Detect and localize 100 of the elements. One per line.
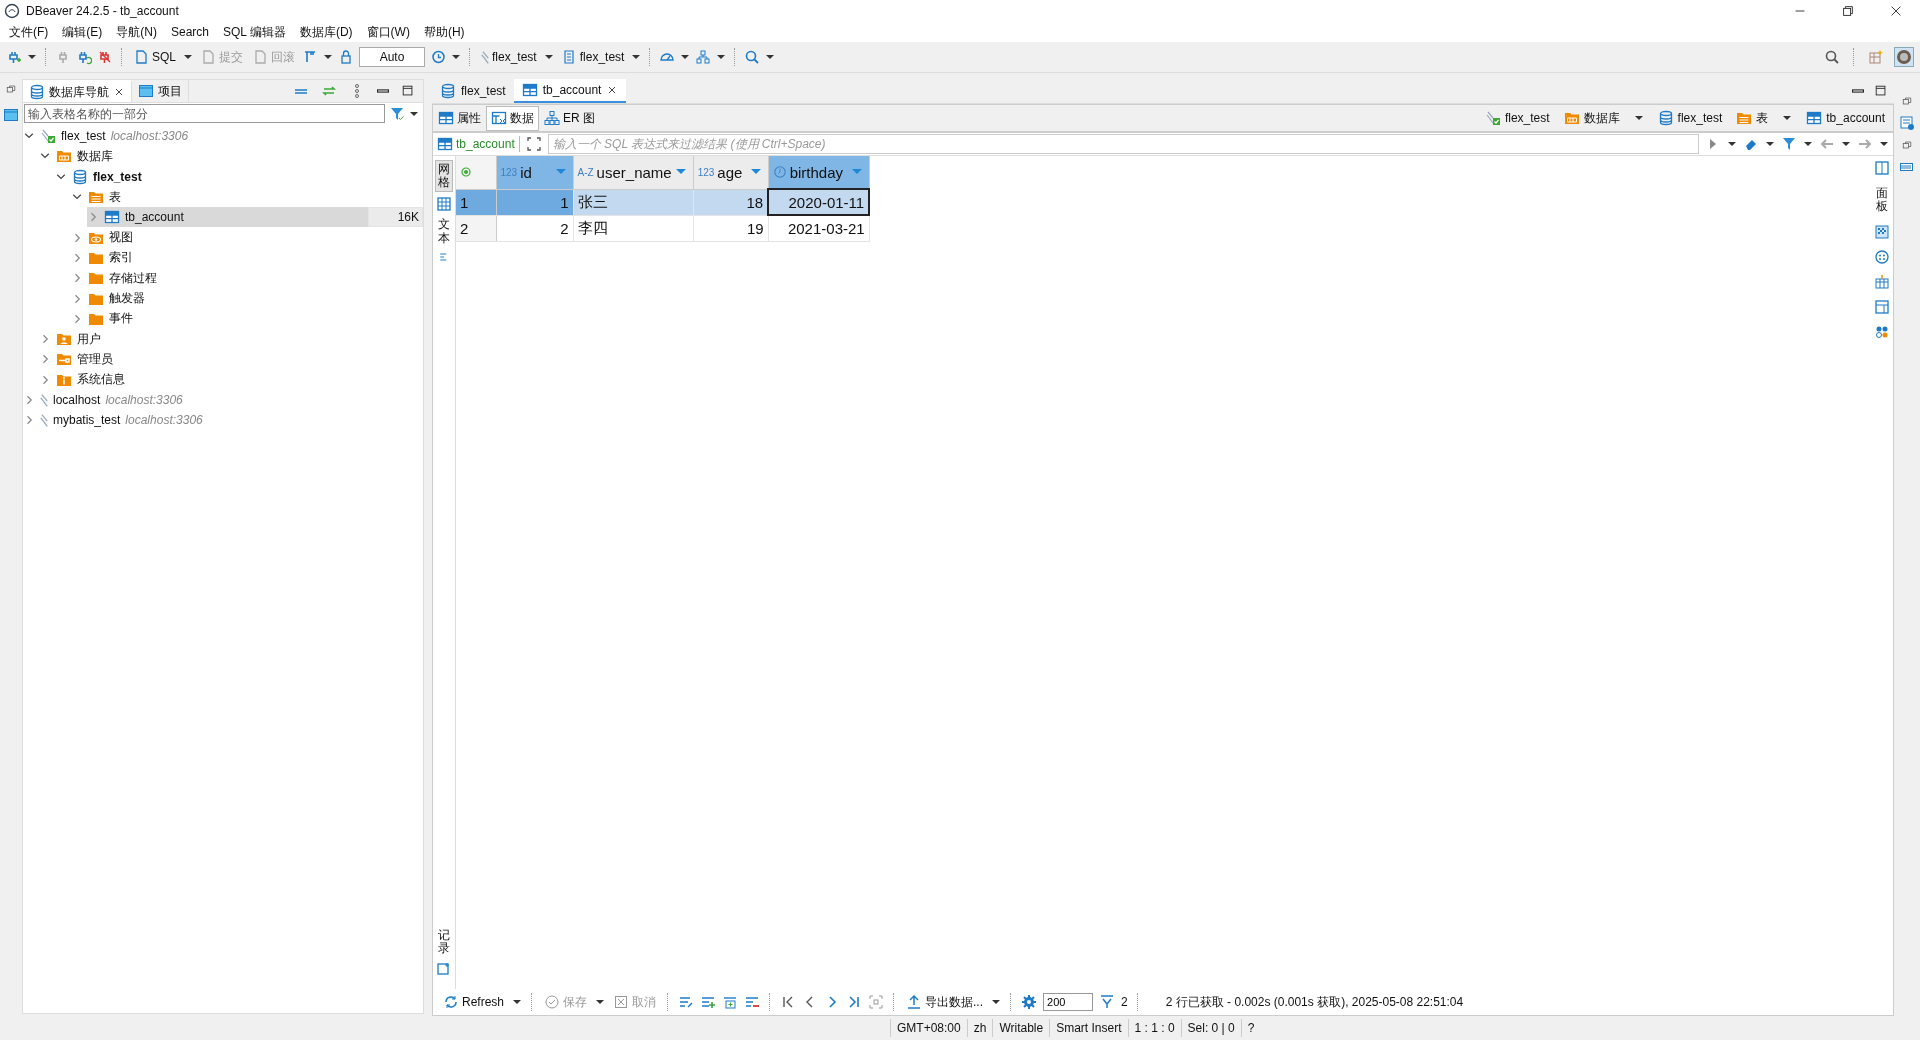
tree-item[interactable]: 事件	[71, 308, 423, 329]
database-folder-icon	[1563, 110, 1580, 126]
menu-item[interactable]: Search	[164, 25, 217, 39]
status-message: 2 行已获取 - 0.002s (0.001s 获取), 2025-05-08 22:51:04	[1165, 993, 1464, 1011]
tree-label: 管理员	[77, 350, 113, 368]
close-icon	[113, 86, 125, 98]
sql-editor-button[interactable]: SQL	[131, 48, 178, 66]
menu-item[interactable]: 数据库(D)	[292, 23, 360, 41]
restore-icon	[1901, 95, 1913, 107]
folder-icon	[88, 270, 104, 287]
tree-item[interactable]: 索引	[71, 247, 423, 269]
status-field: Smart Insert	[1049, 1019, 1128, 1037]
table-name-label: tb_account	[437, 136, 520, 152]
tree-label: localhost	[53, 393, 101, 407]
caret-icon	[1633, 113, 1644, 123]
breadcrumb-item[interactable]: 数据库	[1563, 109, 1620, 127]
tree-item[interactable]: mybatis_test localhost:3306	[23, 410, 423, 431]
tree-item[interactable]: flex_test localhost:3306	[23, 126, 423, 147]
menu-item[interactable]: 编辑(E)	[55, 23, 110, 41]
side-tab[interactable]: 面板	[1874, 185, 1890, 216]
menu-item[interactable]: 窗口(W)	[359, 23, 417, 41]
caret-icon	[595, 997, 606, 1007]
column-header[interactable]: birthday	[768, 156, 870, 189]
filter-icon	[389, 105, 405, 122]
settings-icon	[1021, 994, 1038, 1010]
wrench-folder-icon	[56, 351, 72, 368]
tree-item[interactable]: 存储过程	[71, 268, 423, 289]
breadcrumb-item[interactable]: flex_test	[1484, 110, 1550, 126]
column-header[interactable]: A-Z user_name	[573, 156, 694, 189]
menu-item[interactable]: 导航(N)	[109, 23, 164, 41]
copy-row-icon	[722, 994, 739, 1010]
menu-item[interactable]: SQL 编辑器	[216, 23, 293, 41]
breadcrumb-item[interactable]: flex_test	[1657, 110, 1723, 126]
tree-item[interactable]: flex_test	[55, 166, 423, 187]
caret-icon	[631, 52, 642, 62]
tree-item[interactable]: 触发器	[71, 288, 423, 309]
clock-icon	[772, 165, 787, 179]
database-selector[interactable]: flex_test	[558, 48, 627, 66]
plug-icon	[40, 413, 48, 427]
editor-subtab[interactable]: 数据	[486, 105, 539, 131]
filter-expression-field[interactable]: 输入一个 SQL 表达式来过滤结果 (使用 Ctrl+Space)	[547, 134, 1699, 154]
tree-label: 索引	[109, 249, 133, 267]
plug-add-icon	[6, 49, 22, 65]
focus-icon	[868, 994, 885, 1010]
hierarchy-icon	[695, 49, 712, 65]
plug-icon	[481, 50, 489, 64]
tree-item[interactable]: localhost localhost:3306	[23, 389, 423, 411]
type-label: 123	[500, 166, 518, 178]
refresh-icon	[443, 994, 459, 1010]
connection-selector[interactable]: flex_test	[479, 49, 539, 65]
menu-item[interactable]: 帮助(H)	[416, 23, 472, 41]
caret-icon	[1879, 139, 1889, 149]
column-header[interactable]: 123 age	[693, 156, 769, 189]
page-icon	[200, 49, 216, 65]
breadcrumb-item[interactable]: 表	[1736, 109, 1769, 127]
menu-item[interactable]: 文件(F)	[2, 23, 56, 41]
transaction-icon	[302, 49, 318, 65]
caret-icon	[183, 52, 193, 62]
tree-item[interactable]: 表	[71, 186, 423, 208]
table-cell: 2021-03-21	[768, 215, 870, 241]
minimize-icon	[1852, 89, 1864, 93]
sql-file-icon	[133, 49, 149, 65]
tools-icon	[1874, 324, 1890, 341]
filter-icon	[1781, 136, 1797, 152]
status-field: GMT+08:00	[890, 1019, 967, 1037]
editor-tab[interactable]: tb_account	[513, 79, 627, 103]
editor-subtab[interactable]: 属性	[433, 105, 486, 131]
caret-icon	[1727, 139, 1737, 149]
column-header[interactable]: 123 id	[496, 156, 573, 189]
tree-item[interactable]: tb_account 16K	[87, 207, 423, 228]
side-tab[interactable]: 文本	[436, 216, 452, 247]
properties-icon	[1899, 115, 1915, 131]
export-button[interactable]: 导出数据...	[904, 992, 986, 1012]
transaction-mode-field[interactable]: Auto	[359, 47, 425, 67]
layout-icon	[1874, 299, 1890, 316]
tree-item[interactable]: 用户	[39, 328, 423, 350]
tree-item[interactable]: 数据库	[39, 146, 423, 167]
table-cell: 2	[496, 215, 573, 241]
tree-item[interactable]: 管理员	[39, 349, 423, 370]
status-field: ?	[1240, 1019, 1261, 1037]
side-tab[interactable]: 网格	[435, 160, 453, 193]
tree-item[interactable]: 视图	[71, 227, 423, 248]
type-label: 123	[697, 166, 715, 178]
breadcrumb-item[interactable]: tb_account	[1806, 110, 1885, 126]
row-number: 2	[456, 215, 496, 241]
host-label: localhost:3306	[105, 393, 183, 407]
new-perspective-icon	[1868, 49, 1884, 65]
view-tab[interactable]: 数据库导航	[23, 80, 132, 102]
side-tab[interactable]: 记录	[436, 926, 452, 957]
tree-item[interactable]: 系统信息	[39, 369, 423, 390]
row-count: 2	[1121, 995, 1128, 1009]
cancel-box-icon	[613, 994, 630, 1010]
filter-field[interactable]: 输入表格名称的一部分	[24, 104, 385, 123]
record-icon	[436, 961, 452, 977]
fetch-size-field[interactable]: 200	[1043, 993, 1094, 1011]
search-icon	[744, 49, 761, 65]
row-number: 1	[456, 189, 496, 215]
refresh-button[interactable]: Refresh	[441, 993, 507, 1011]
editor-subtab[interactable]: ER 图	[539, 105, 600, 131]
expand-icon	[525, 136, 542, 152]
